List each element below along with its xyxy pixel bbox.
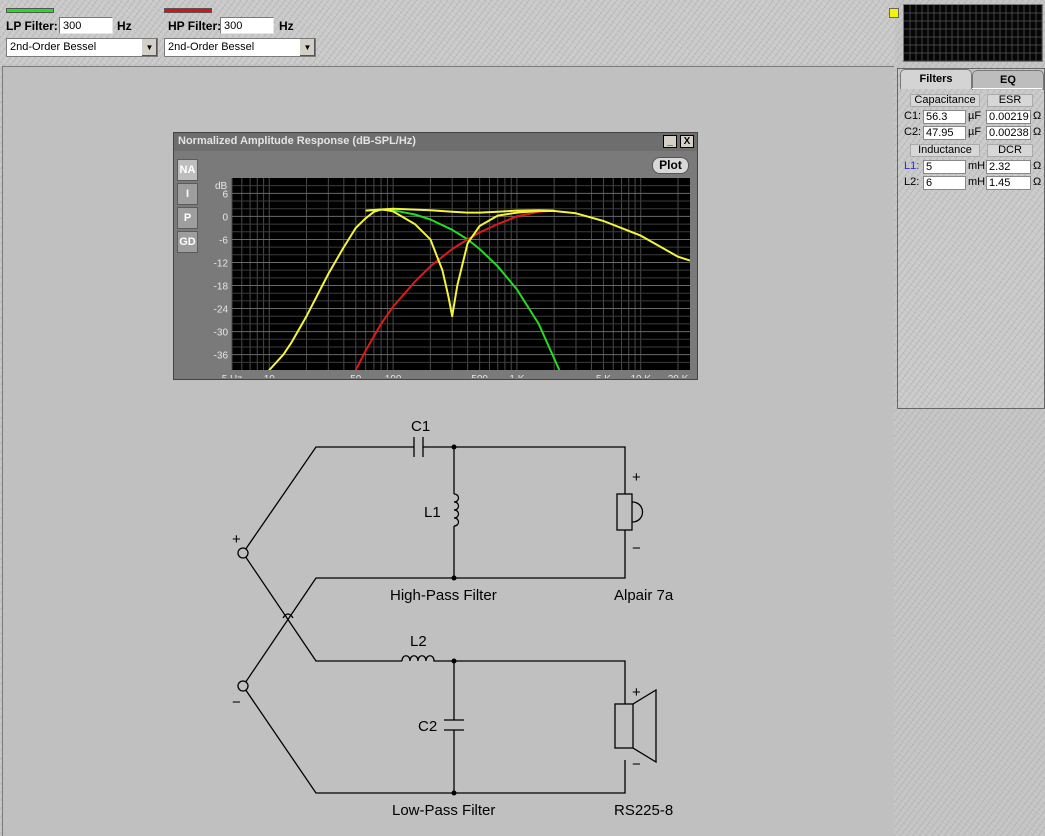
x-tick-label: 10 bbox=[264, 374, 276, 378]
lp-color-swatch bbox=[6, 8, 54, 13]
l2-value-input[interactable]: 6 bbox=[923, 176, 966, 190]
l1-unit: mH bbox=[968, 160, 986, 172]
lp-filter-label: LP Filter: bbox=[6, 19, 58, 33]
l2-dcr-unit: Ω bbox=[1033, 176, 1042, 188]
amplitude-chart: dB60-6-12-18-24-30-365 Hz10501005001 K5 … bbox=[214, 178, 690, 378]
chart-titlebar[interactable]: Normalized Amplitude Response (dB-SPL/Hz… bbox=[174, 133, 697, 151]
tab-normalized-amplitude[interactable]: NA bbox=[177, 159, 198, 181]
chevron-down-icon[interactable]: ▼ bbox=[141, 39, 157, 56]
hp-filter-type-value: 2nd-Order Bessel bbox=[168, 41, 255, 53]
c1-unit: µF bbox=[968, 110, 982, 122]
lp-frequency-input[interactable] bbox=[59, 17, 113, 34]
c1-label: C1: bbox=[904, 110, 922, 122]
c1-value-input[interactable]: 56.3 bbox=[923, 110, 966, 124]
x-tick-label: 500 bbox=[471, 374, 488, 378]
lp-unit-label: Hz bbox=[117, 19, 132, 33]
chart-window-title: Normalized Amplitude Response (dB-SPL/Hz… bbox=[178, 135, 416, 147]
tab-phase[interactable]: P bbox=[177, 207, 198, 229]
mini-grid bbox=[904, 5, 1042, 61]
hp-filter-label: HP Filter: bbox=[168, 19, 222, 33]
y-tick-label: -6 bbox=[219, 235, 228, 246]
status-indicator[interactable] bbox=[889, 8, 899, 18]
l2-dcr-input[interactable]: 1.45 bbox=[986, 176, 1031, 190]
y-tick-label: -12 bbox=[214, 258, 229, 269]
y-tick-label: -24 bbox=[214, 305, 229, 316]
capacitance-header: Capacitance bbox=[910, 94, 980, 107]
dcr-header: DCR bbox=[987, 144, 1033, 157]
hp-unit-label: Hz bbox=[279, 19, 294, 33]
l1-dcr-unit: Ω bbox=[1033, 160, 1042, 172]
hp-frequency-input[interactable] bbox=[220, 17, 274, 34]
c2-esr-input[interactable]: 0.00238 bbox=[986, 126, 1031, 140]
mini-spectrum-display bbox=[903, 4, 1043, 62]
x-tick-label: 1 K bbox=[509, 374, 524, 378]
y-tick-label: 6 bbox=[222, 189, 228, 200]
lp-filter-type-select[interactable]: 2nd-Order Bessel ▼ bbox=[6, 38, 158, 57]
c2-label: C2: bbox=[904, 126, 922, 138]
c1-esr-input[interactable]: 0.00219 bbox=[986, 110, 1031, 124]
chevron-down-icon[interactable]: ▼ bbox=[299, 39, 315, 56]
l1-label: L1: bbox=[904, 160, 920, 172]
top-toolbar: LP Filter: Hz 2nd-Order Bessel ▼ HP Filt… bbox=[0, 0, 895, 64]
c2-value-input[interactable]: 47.95 bbox=[923, 126, 966, 140]
y-tick-label: -30 bbox=[214, 328, 229, 339]
hp-filter-type-select[interactable]: 2nd-Order Bessel ▼ bbox=[164, 38, 316, 57]
l1-value-input[interactable]: 5 bbox=[923, 160, 966, 174]
tab-filters[interactable]: Filters bbox=[900, 69, 972, 89]
component-panel: Filters EQ Capacitance ESR C1: 56.3 µF 0… bbox=[897, 68, 1045, 409]
inductance-header: Inductance bbox=[910, 144, 980, 157]
x-tick-label: 10 K bbox=[630, 374, 651, 378]
hp-color-swatch bbox=[164, 8, 212, 13]
close-button[interactable]: X bbox=[680, 135, 694, 148]
filters-tab-body: Capacitance ESR C1: 56.3 µF 0.00219 Ω C2… bbox=[900, 88, 1042, 406]
amplitude-response-window[interactable]: Normalized Amplitude Response (dB-SPL/Hz… bbox=[173, 132, 698, 380]
y-tick-label: -18 bbox=[214, 282, 229, 293]
tab-impedance[interactable]: I bbox=[177, 183, 198, 205]
tab-eq[interactable]: EQ bbox=[972, 70, 1044, 90]
y-tick-label: -36 bbox=[214, 351, 229, 362]
x-tick-label: 20 K bbox=[668, 374, 689, 378]
x-tick-label: 50 bbox=[350, 374, 362, 378]
x-tick-label: 100 bbox=[385, 374, 402, 378]
l1-dcr-input[interactable]: 2.32 bbox=[986, 160, 1031, 174]
c2-esr-unit: Ω bbox=[1033, 126, 1042, 138]
l2-label: L2: bbox=[904, 176, 920, 188]
l2-unit: mH bbox=[968, 176, 986, 188]
y-tick-label: 0 bbox=[222, 212, 228, 223]
c1-esr-unit: Ω bbox=[1033, 110, 1042, 122]
esr-header: ESR bbox=[987, 94, 1033, 107]
x-tick-label: 5 Hz bbox=[222, 374, 243, 378]
minimize-button[interactable]: _ bbox=[663, 135, 677, 148]
x-tick-label: 5 K bbox=[596, 374, 611, 378]
c2-unit: µF bbox=[968, 126, 982, 138]
tab-group-delay[interactable]: GD bbox=[177, 231, 198, 253]
lp-filter-type-value: 2nd-Order Bessel bbox=[10, 41, 97, 53]
